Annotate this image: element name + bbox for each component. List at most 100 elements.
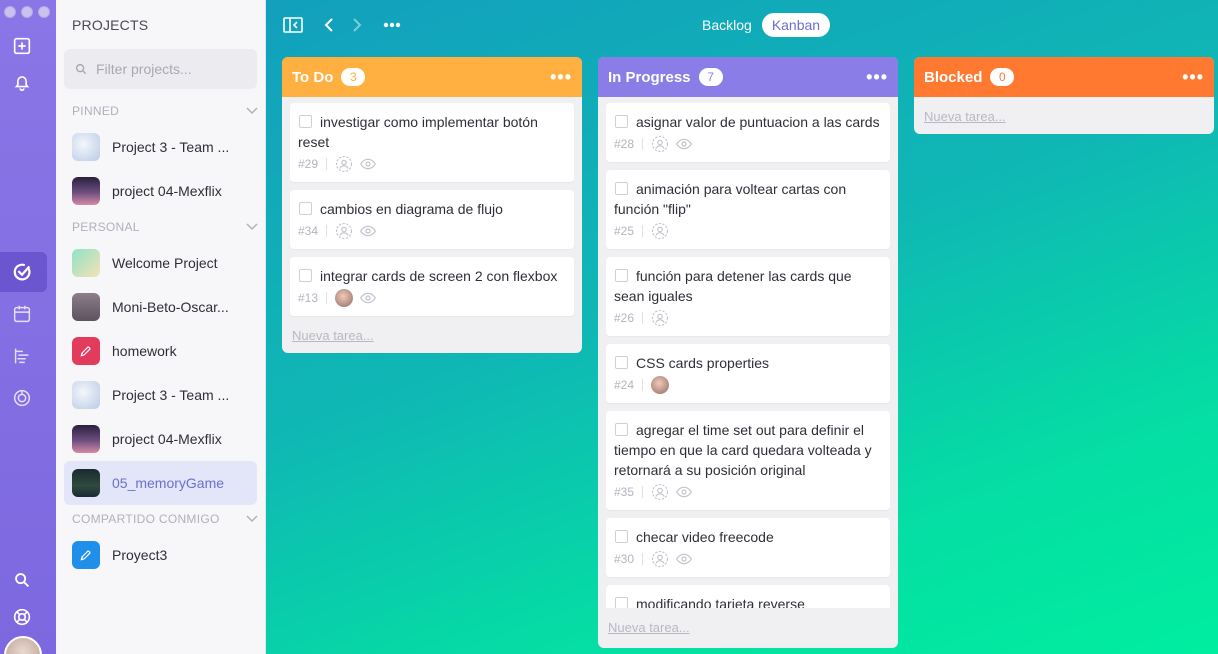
check-circle-icon[interactable] [8, 258, 36, 286]
close-window-button[interactable] [4, 6, 16, 18]
chevron-down-icon[interactable] [246, 107, 258, 115]
watch-eye-icon[interactable] [675, 135, 693, 153]
task-title: agregar el time set out para definir el … [614, 422, 872, 478]
minimize-window-button[interactable] [21, 6, 33, 18]
project-thumbnail [72, 293, 100, 321]
chevron-down-icon[interactable] [246, 515, 258, 523]
project-thumbnail [72, 541, 100, 569]
column-header: In Progress 7 ••• [598, 57, 898, 97]
task-checkbox[interactable] [615, 182, 628, 195]
project-item[interactable]: Moni-Beto-Oscar... [64, 285, 257, 329]
chevron-down-icon[interactable] [246, 223, 258, 231]
assignee-avatar[interactable] [651, 376, 670, 394]
filter-projects-field[interactable] [64, 49, 257, 89]
user-avatar[interactable] [4, 636, 42, 654]
add-task-icon[interactable] [8, 32, 36, 60]
task-card[interactable]: modificando tarjeta reverse #37 [606, 585, 890, 608]
task-id: #30 [614, 552, 635, 566]
toggle-sidebar-icon[interactable] [282, 14, 304, 36]
search-icon[interactable] [8, 566, 36, 594]
project-thumbnail [72, 469, 100, 497]
search-icon [75, 63, 87, 75]
task-card[interactable]: CSS cards properties #24 [606, 344, 890, 403]
icon-rail [0, 0, 56, 654]
project-item[interactable]: Project 3 - Team ... [64, 125, 257, 169]
back-arrow-icon[interactable] [318, 14, 340, 36]
project-item[interactable]: Project 3 - Team ... [64, 373, 257, 417]
tab-backlog[interactable]: Backlog [692, 13, 762, 37]
task-checkbox[interactable] [615, 530, 628, 543]
task-checkbox[interactable] [299, 115, 312, 128]
watch-eye-icon[interactable] [675, 483, 693, 501]
assign-user-icon[interactable] [651, 550, 669, 568]
filter-projects-input[interactable] [96, 61, 246, 77]
task-id: #28 [614, 137, 635, 151]
task-card[interactable]: investigar como implementar botón reset … [290, 103, 574, 182]
column-menu-button[interactable]: ••• [550, 67, 572, 88]
cards-scroll-area[interactable]: asignar valor de puntuacion a las cards … [598, 97, 898, 608]
column-header: To Do 3 ••• [282, 57, 582, 97]
section-shared-header[interactable]: COMPARTIDO CONMIGO [72, 512, 258, 526]
task-id: #34 [298, 224, 319, 238]
project-item[interactable]: Welcome Project [64, 241, 257, 285]
task-checkbox[interactable] [615, 423, 628, 436]
tab-kanban[interactable]: Kanban [761, 13, 831, 37]
assignee-avatar[interactable] [335, 289, 354, 307]
assign-user-icon[interactable] [335, 155, 353, 173]
watch-eye-icon[interactable] [359, 155, 377, 173]
task-id: #26 [614, 311, 635, 325]
project-item[interactable]: project 04-Mexflix [64, 417, 257, 461]
column-menu-button[interactable]: ••• [1182, 67, 1204, 88]
timeline-icon[interactable] [8, 342, 36, 370]
section-shared-label: COMPARTIDO CONMIGO [72, 512, 220, 526]
section-personal-label: PERSONAL [72, 220, 140, 234]
task-card[interactable]: checar video freecode #30 [606, 518, 890, 577]
task-id: #24 [614, 378, 635, 392]
calendar-icon[interactable] [8, 300, 36, 328]
task-checkbox[interactable] [615, 115, 628, 128]
watch-eye-icon[interactable] [359, 289, 377, 307]
project-item-active[interactable]: 05_memoryGame [64, 461, 257, 505]
help-icon[interactable] [8, 603, 36, 631]
task-card[interactable]: integrar cards de screen 2 con flexbox #… [290, 257, 574, 316]
task-card[interactable]: cambios en diagrama de flujo #34 [290, 190, 574, 249]
section-pinned-header[interactable]: PINNED [72, 104, 258, 118]
watch-eye-icon[interactable] [359, 222, 377, 240]
maximize-window-button[interactable] [38, 6, 50, 18]
column-in-progress: In Progress 7 ••• asignar valor de puntu… [598, 57, 898, 648]
new-task-link[interactable]: Nueva tarea... [282, 324, 582, 353]
task-card[interactable]: función para detener las cards que sean … [606, 257, 890, 336]
task-checkbox[interactable] [615, 356, 628, 369]
assign-user-icon[interactable] [651, 483, 669, 501]
project-item[interactable]: project 04-Mexflix [64, 169, 257, 213]
watch-eye-icon[interactable] [675, 550, 693, 568]
assign-user-icon[interactable] [335, 222, 353, 240]
overview-icon[interactable] [8, 384, 36, 412]
project-item[interactable]: Proyect3 [64, 533, 257, 577]
forward-arrow-icon[interactable] [346, 14, 368, 36]
assign-user-icon[interactable] [651, 222, 669, 240]
project-name: Project 3 - Team ... [112, 387, 230, 403]
project-name: Welcome Project [112, 255, 218, 271]
task-checkbox[interactable] [615, 597, 628, 608]
more-options-icon[interactable] [381, 14, 403, 36]
section-pinned-label: PINNED [72, 104, 120, 118]
section-personal-header[interactable]: PERSONAL [72, 220, 258, 234]
task-title: integrar cards de screen 2 con flexbox [320, 268, 558, 284]
new-task-link[interactable]: Nueva tarea... [598, 608, 898, 645]
task-card[interactable]: asignar valor de puntuacion a las cards … [606, 103, 890, 162]
task-checkbox[interactable] [299, 269, 312, 282]
task-card[interactable]: animación para voltear cartas con funció… [606, 170, 890, 249]
task-checkbox[interactable] [615, 269, 628, 282]
column-count-badge: 0 [990, 68, 1015, 86]
bell-icon[interactable] [8, 68, 36, 96]
assign-user-icon[interactable] [651, 135, 669, 153]
kanban-board: Backlog Kanban To Do 3 ••• investigar co… [266, 0, 1218, 654]
assign-user-icon[interactable] [651, 309, 669, 327]
task-card[interactable]: agregar el time set out para definir el … [606, 411, 890, 510]
column-blocked: Blocked 0 ••• Nueva tarea... [914, 57, 1214, 134]
column-menu-button[interactable]: ••• [866, 67, 888, 88]
project-item[interactable]: homework [64, 329, 257, 373]
task-checkbox[interactable] [299, 202, 312, 215]
new-task-link[interactable]: Nueva tarea... [914, 97, 1214, 134]
